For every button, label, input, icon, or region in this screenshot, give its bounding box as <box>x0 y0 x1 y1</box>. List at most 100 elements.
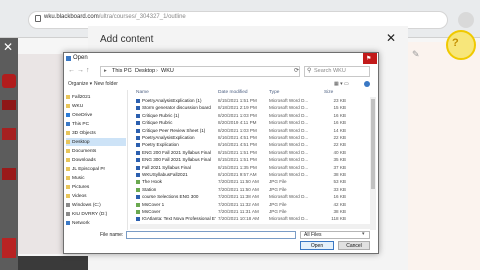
breadcrumb-item[interactable]: WKU <box>161 68 174 74</box>
sidebar-item[interactable]: Music <box>66 174 126 182</box>
back-icon[interactable]: ← <box>68 67 75 74</box>
dialog-title: Open <box>73 55 88 61</box>
sidebar-item[interactable]: 3D Objects <box>66 129 126 137</box>
sidebar-item[interactable]: Documents <box>66 147 126 155</box>
nav-icon[interactable] <box>2 168 16 180</box>
file-size: 33 KB <box>333 186 346 192</box>
sidebar-item[interactable]: Windows (C:) <box>66 201 126 209</box>
file-date: 8/15/2021 1:35 PM <box>218 164 257 170</box>
panel-title: Add content <box>100 34 154 45</box>
help-badge[interactable] <box>446 30 476 60</box>
file-row[interactable]: Storm generator discussion board 8/18/202… <box>130 105 376 111</box>
column-type[interactable]: Type <box>269 90 279 95</box>
file-row[interactable]: PoetryAnalysisExplication 8/16/2021 4:51 … <box>130 135 376 141</box>
nav-icon[interactable] <box>2 74 16 88</box>
column-size[interactable]: Size <box>324 90 333 95</box>
edit-icon[interactable]: ✎ <box>412 49 420 60</box>
forward-icon[interactable]: → <box>77 67 84 74</box>
sidebar-item[interactable]: Downloads <box>66 156 126 164</box>
file-row[interactable]: Critique Rubric (1) 8/20/2021 1:03 PM Micr… <box>130 113 376 119</box>
file-type: Microsoft Word D... <box>269 120 309 126</box>
folder-icon <box>66 104 70 108</box>
image-file-icon <box>136 180 140 185</box>
file-name: MsCover <box>142 209 161 214</box>
sidebar-item[interactable]: Fall2021 <box>66 93 126 101</box>
file-row[interactable]: Critique Peer Review Sheet (1) 8/20/2021 … <box>130 128 376 134</box>
sidebar-item[interactable]: This PC <box>66 120 126 128</box>
file-row[interactable]: PoetryAnalysisExplication (1) 8/15/2021 1… <box>130 98 376 104</box>
horizontal-scrollbar[interactable] <box>130 224 370 229</box>
file-date: 7/20/2021 11:50 AM <box>218 186 259 192</box>
organize-button[interactable]: Organize ▾ <box>68 81 92 87</box>
file-row[interactable]: MsCover 1 7/20/2021 11:32 AM JPG File 42 KB <box>130 202 376 208</box>
scrollbar-thumb[interactable] <box>371 99 375 189</box>
new-folder-button[interactable]: New folder <box>94 81 118 87</box>
sidebar-item-label: Pictures <box>72 184 90 190</box>
file-size: 14 KB <box>333 127 346 133</box>
folder-icon: ▸ <box>104 68 107 74</box>
sidebar-item[interactable]: KIU DVRRY (D:) <box>66 210 126 218</box>
file-row[interactable]: Fall 2021 Syllabus Final 8/15/2021 1:35 P… <box>130 165 376 171</box>
sidebar-item-label: Music <box>72 175 85 181</box>
sidebar-item-label: Windows (C:) <box>72 202 101 208</box>
profile-avatar[interactable] <box>458 12 474 28</box>
up-icon[interactable]: ↑ <box>86 67 90 74</box>
nav-icon[interactable] <box>2 238 16 258</box>
sidebar-item[interactable]: OneDrive <box>66 111 126 119</box>
sidebar-item[interactable]: Desktop <box>66 138 126 146</box>
image-file-icon <box>136 187 140 192</box>
file-row[interactable]: MsCover 7/20/2021 11:31 AM JPG File 38 KB <box>130 209 376 215</box>
file-date: 8/18/2021 2:19 PM <box>218 105 257 111</box>
app-icon <box>66 56 71 61</box>
url-text[interactable]: wku.blackboard.com/ultra/courses/_304327… <box>44 14 186 20</box>
open-button[interactable]: Open <box>300 241 334 250</box>
help-icon[interactable] <box>364 81 370 87</box>
nav-icon[interactable] <box>2 100 16 110</box>
file-row[interactable]: course Selections ENG 300 7/20/2021 11:38… <box>130 194 376 200</box>
cancel-button[interactable]: Cancel <box>338 241 370 250</box>
file-name: Storm generator discussion board <box>142 105 211 111</box>
sidebar-item-label: Videos <box>72 193 87 199</box>
sidebar-item[interactable]: JL Episcopal Pr <box>66 165 126 173</box>
file-name: PoetryAnalysisExplication <box>142 135 195 140</box>
file-row[interactable]: The Hook 7/20/2021 11:50 AM JPG File 53 KB <box>130 179 376 185</box>
close-icon[interactable]: ✕ <box>3 40 13 54</box>
breadcrumb-item[interactable]: This PC <box>112 68 132 74</box>
file-row[interactable]: ENG 300 Fall 2021 Syllabus Final 8/15/202… <box>130 157 376 163</box>
file-row[interactable]: ENG 200 Fall 2021 Syllabus Final 8/15/202… <box>130 150 376 156</box>
chevron-right-icon: › <box>130 68 132 74</box>
file-name-input[interactable] <box>126 231 296 239</box>
file-name-label: File name: <box>100 232 124 238</box>
dialog-titlebar <box>64 53 378 65</box>
file-type: Microsoft Word D... <box>269 194 309 200</box>
nav-icon[interactable] <box>2 128 16 140</box>
course-sidebar <box>0 38 18 270</box>
refresh-icon[interactable]: ⟳ <box>294 67 299 74</box>
file-date: 7/20/2021 11:50 AM <box>218 179 259 185</box>
folder-icon <box>66 176 70 180</box>
file-name: Critique Rubric (1) <box>142 112 180 118</box>
sidebar-item[interactable]: Network <box>66 219 126 227</box>
file-row[interactable]: WKUSyllabusFall2021 8/10/2021 9:57 AM Micr… <box>130 172 376 178</box>
url-path: /ultra/courses/_304327_1/outline <box>98 14 186 20</box>
file-type: Microsoft Word D... <box>269 105 309 111</box>
column-date[interactable]: Date modified <box>218 90 248 95</box>
column-name[interactable]: Name <box>136 90 149 95</box>
file-date: 8/15/2021 1:51 PM <box>218 98 257 103</box>
breadcrumb-item[interactable]: Desktop <box>135 68 155 74</box>
view-options-icon[interactable]: ▦ ▾ ▭ <box>334 81 349 87</box>
sidebar-item[interactable]: WKU <box>66 102 126 110</box>
file-row[interactable]: Poetry Explication 8/16/2021 4:51 PM Micro… <box>130 142 376 148</box>
file-name: course Selections ENG 300 <box>142 194 199 200</box>
file-row[interactable]: Station 7/20/2021 11:50 AM JPG File 33 KB <box>130 187 376 193</box>
word-document-icon <box>136 121 140 126</box>
folder-icon <box>66 194 70 198</box>
sidebar-item[interactable]: Videos <box>66 192 126 200</box>
file-row[interactable]: Critique Rubric 8/20/2019 4:11 PM Microsof… <box>130 120 376 126</box>
sidebar-item[interactable]: Pictures <box>66 183 126 191</box>
folder-icon <box>66 185 70 189</box>
panel-close-icon[interactable]: ✕ <box>386 31 396 45</box>
file-size: 42 KB <box>333 201 346 207</box>
file-row[interactable]: IGAtlanta: Text Nova Professional ET Ses… <box>130 216 376 222</box>
folder-icon <box>66 140 70 144</box>
